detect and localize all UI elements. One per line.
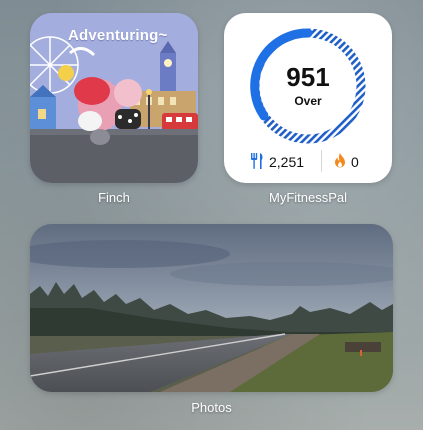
calories-status: Over xyxy=(294,94,322,108)
exercise-stat: 0 xyxy=(334,153,359,171)
food-value: 2,251 xyxy=(269,154,305,170)
myfitnesspal-widget[interactable]: 951 Over 2,251 0 xyxy=(224,13,392,183)
photos-widget[interactable] xyxy=(30,224,393,392)
finch-banner-text: Adventuring~ xyxy=(68,27,168,44)
finch-widget[interactable]: Adventuring~ xyxy=(30,13,198,183)
photo-landscape xyxy=(30,224,393,392)
myfitnesspal-label: MyFitnessPal xyxy=(268,190,348,205)
stat-divider xyxy=(321,150,322,172)
food-stat: 2,251 xyxy=(250,152,305,172)
calories-value: 951 xyxy=(286,62,330,92)
flame-icon xyxy=(334,153,346,171)
photos-label: Photos xyxy=(191,400,232,415)
fork-knife-icon xyxy=(250,152,264,172)
exercise-value: 0 xyxy=(351,154,359,170)
finch-label: Finch xyxy=(98,190,130,205)
